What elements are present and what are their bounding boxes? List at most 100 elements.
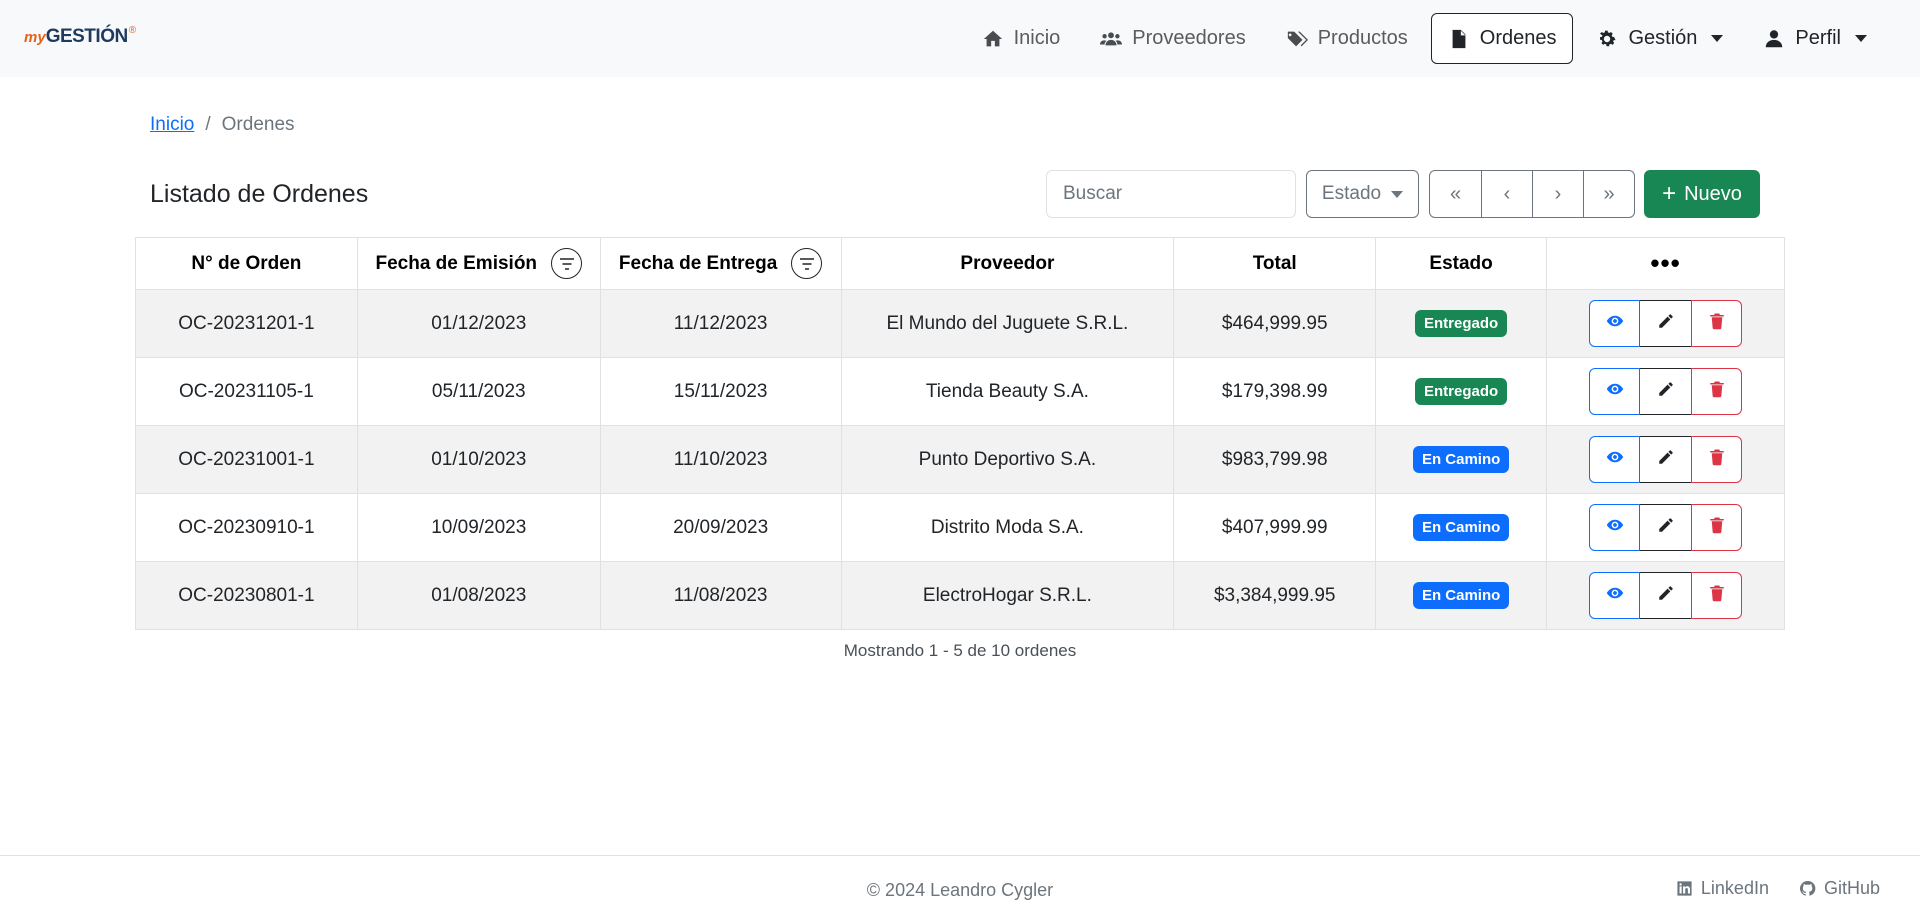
status-badge: En Camino [1412,446,1510,473]
cell-estado: En Camino [1375,493,1548,562]
edit-button[interactable] [1640,572,1692,619]
brand-logo[interactable]: my GESTIÓN ® [24,25,136,48]
cell-fecha-entrega: 15/11/2023 [599,357,842,426]
row-actions [1589,572,1743,619]
breadcrumb-home-link[interactable]: Inicio [150,114,194,136]
table-row: OC-20231001-1 01/10/2023 11/10/2023 Punto D… [135,425,1785,494]
new-order-button[interactable]: + Nuevo [1644,170,1760,218]
cell-order-number: OC-20231001-1 [135,425,358,494]
table-row: OC-20230801-1 01/08/2023 11/08/2023 Electro… [135,561,1785,630]
cell-fecha-emision: 10/09/2023 [356,493,601,562]
nav-dropdown-perfil[interactable]: Perfil [1746,13,1884,64]
nav-dropdown-gestion[interactable]: Gestión [1579,13,1740,64]
view-button[interactable] [1589,436,1641,483]
cell-estado: Entregado [1375,357,1548,426]
cell-fecha-emision: 05/11/2023 [356,357,601,426]
header-fecha-entrega-label: Fecha de Entrega [618,252,778,274]
github-link[interactable]: GitHub [1799,878,1880,899]
previous-page-button[interactable]: ‹ [1481,171,1532,217]
cell-actions [1546,425,1785,494]
page-title: Listado de Ordenes [150,180,369,208]
results-summary: Mostrando 1 - 5 de 10 ordenes [843,641,1077,660]
edit-button[interactable] [1640,504,1692,551]
brand-prefix: my [24,29,46,46]
nav-item-label: Inicio [1013,27,1061,49]
delete-button[interactable] [1691,368,1743,415]
estado-filter-dropdown[interactable]: Estado [1306,170,1419,218]
cell-total: $3,384,999.95 [1173,561,1377,630]
sort-icon[interactable] [791,248,823,279]
last-page-button[interactable]: » [1583,171,1634,217]
main-nav: Inicio Proveedores Productos Ordenes Ges… [965,13,1884,64]
nav-item-label: Productos [1317,27,1408,49]
cell-actions [1546,561,1785,630]
estado-filter-label: Estado [1321,183,1382,204]
status-badge: En Camino [1412,582,1510,609]
pencil-icon [1657,448,1675,472]
cell-actions [1546,289,1785,358]
linkedin-icon [1677,881,1692,896]
chevron-down-icon [1711,35,1724,42]
breadcrumb-current: Ordenes [221,114,295,135]
eye-icon [1606,516,1624,540]
cell-fecha-entrega: 20/09/2023 [599,493,842,562]
edit-button[interactable] [1640,436,1692,483]
header-fecha-emision-label: Fecha de Emisión [375,252,538,274]
header-estado: Estado [1375,237,1548,290]
cell-estado: En Camino [1375,561,1548,630]
nav-item-productos[interactable]: Productos [1269,13,1425,64]
footer: © 2024 Leandro Cygler LinkedIn GitHub [0,855,1920,922]
view-button[interactable] [1589,504,1641,551]
view-button[interactable] [1589,572,1641,619]
pencil-icon [1657,516,1675,540]
cell-actions [1546,357,1785,426]
next-page-button[interactable]: › [1532,171,1583,217]
more-options-icon: ••• [1650,247,1681,278]
row-actions [1589,300,1743,347]
chevron-down-icon [1391,190,1404,198]
user-icon [1766,29,1783,47]
first-page-button[interactable]: « [1430,171,1481,217]
chevron-down-icon [1855,35,1867,42]
eye-icon [1606,584,1624,608]
copyright: © 2024 Leandro Cygler [866,880,1054,900]
file-icon [1452,29,1466,48]
trash-icon [1708,584,1726,608]
edit-button[interactable] [1640,368,1692,415]
header-fecha-emision: Fecha de Emisión [356,237,601,290]
cell-fecha-emision: 01/10/2023 [356,425,601,494]
header-actions: ••• [1546,237,1785,290]
delete-button[interactable] [1691,572,1743,619]
cell-fecha-emision: 01/08/2023 [356,561,601,630]
view-button[interactable] [1589,368,1641,415]
home-icon [983,30,1002,46]
github-icon [1799,881,1816,896]
table-row: OC-20231201-1 01/12/2023 11/12/2023 El Mund… [135,289,1785,358]
cell-total: $407,999.99 [1173,493,1377,562]
pagination: « ‹ › » [1429,170,1635,218]
linkedin-label: LinkedIn [1700,878,1769,898]
cell-fecha-entrega: 11/08/2023 [599,561,842,630]
delete-button[interactable] [1691,300,1743,347]
edit-button[interactable] [1640,300,1692,347]
users-icon [1100,31,1123,45]
delete-button[interactable] [1691,436,1743,483]
row-actions [1589,368,1743,415]
new-order-label: Nuevo [1684,182,1742,205]
cell-order-number: OC-20230910-1 [135,493,358,562]
linkedin-link[interactable]: LinkedIn [1676,878,1769,899]
delete-button[interactable] [1691,504,1743,551]
cell-estado: En Camino [1375,425,1548,494]
search-input[interactable] [1046,170,1296,218]
nav-item-inicio[interactable]: Inicio [965,13,1078,64]
social-links: LinkedIn GitHub [1676,878,1880,899]
pencil-icon [1657,584,1675,608]
breadcrumb-separator: / [205,114,211,135]
sort-icon[interactable] [551,248,583,279]
trash-icon [1708,448,1726,472]
nav-item-ordenes[interactable]: Ordenes [1430,13,1574,64]
top-navbar: my GESTIÓN ® Inicio Proveedores Producto… [0,0,1920,77]
row-actions [1589,504,1743,551]
nav-item-proveedores[interactable]: Proveedores [1083,13,1262,64]
view-button[interactable] [1589,300,1641,347]
